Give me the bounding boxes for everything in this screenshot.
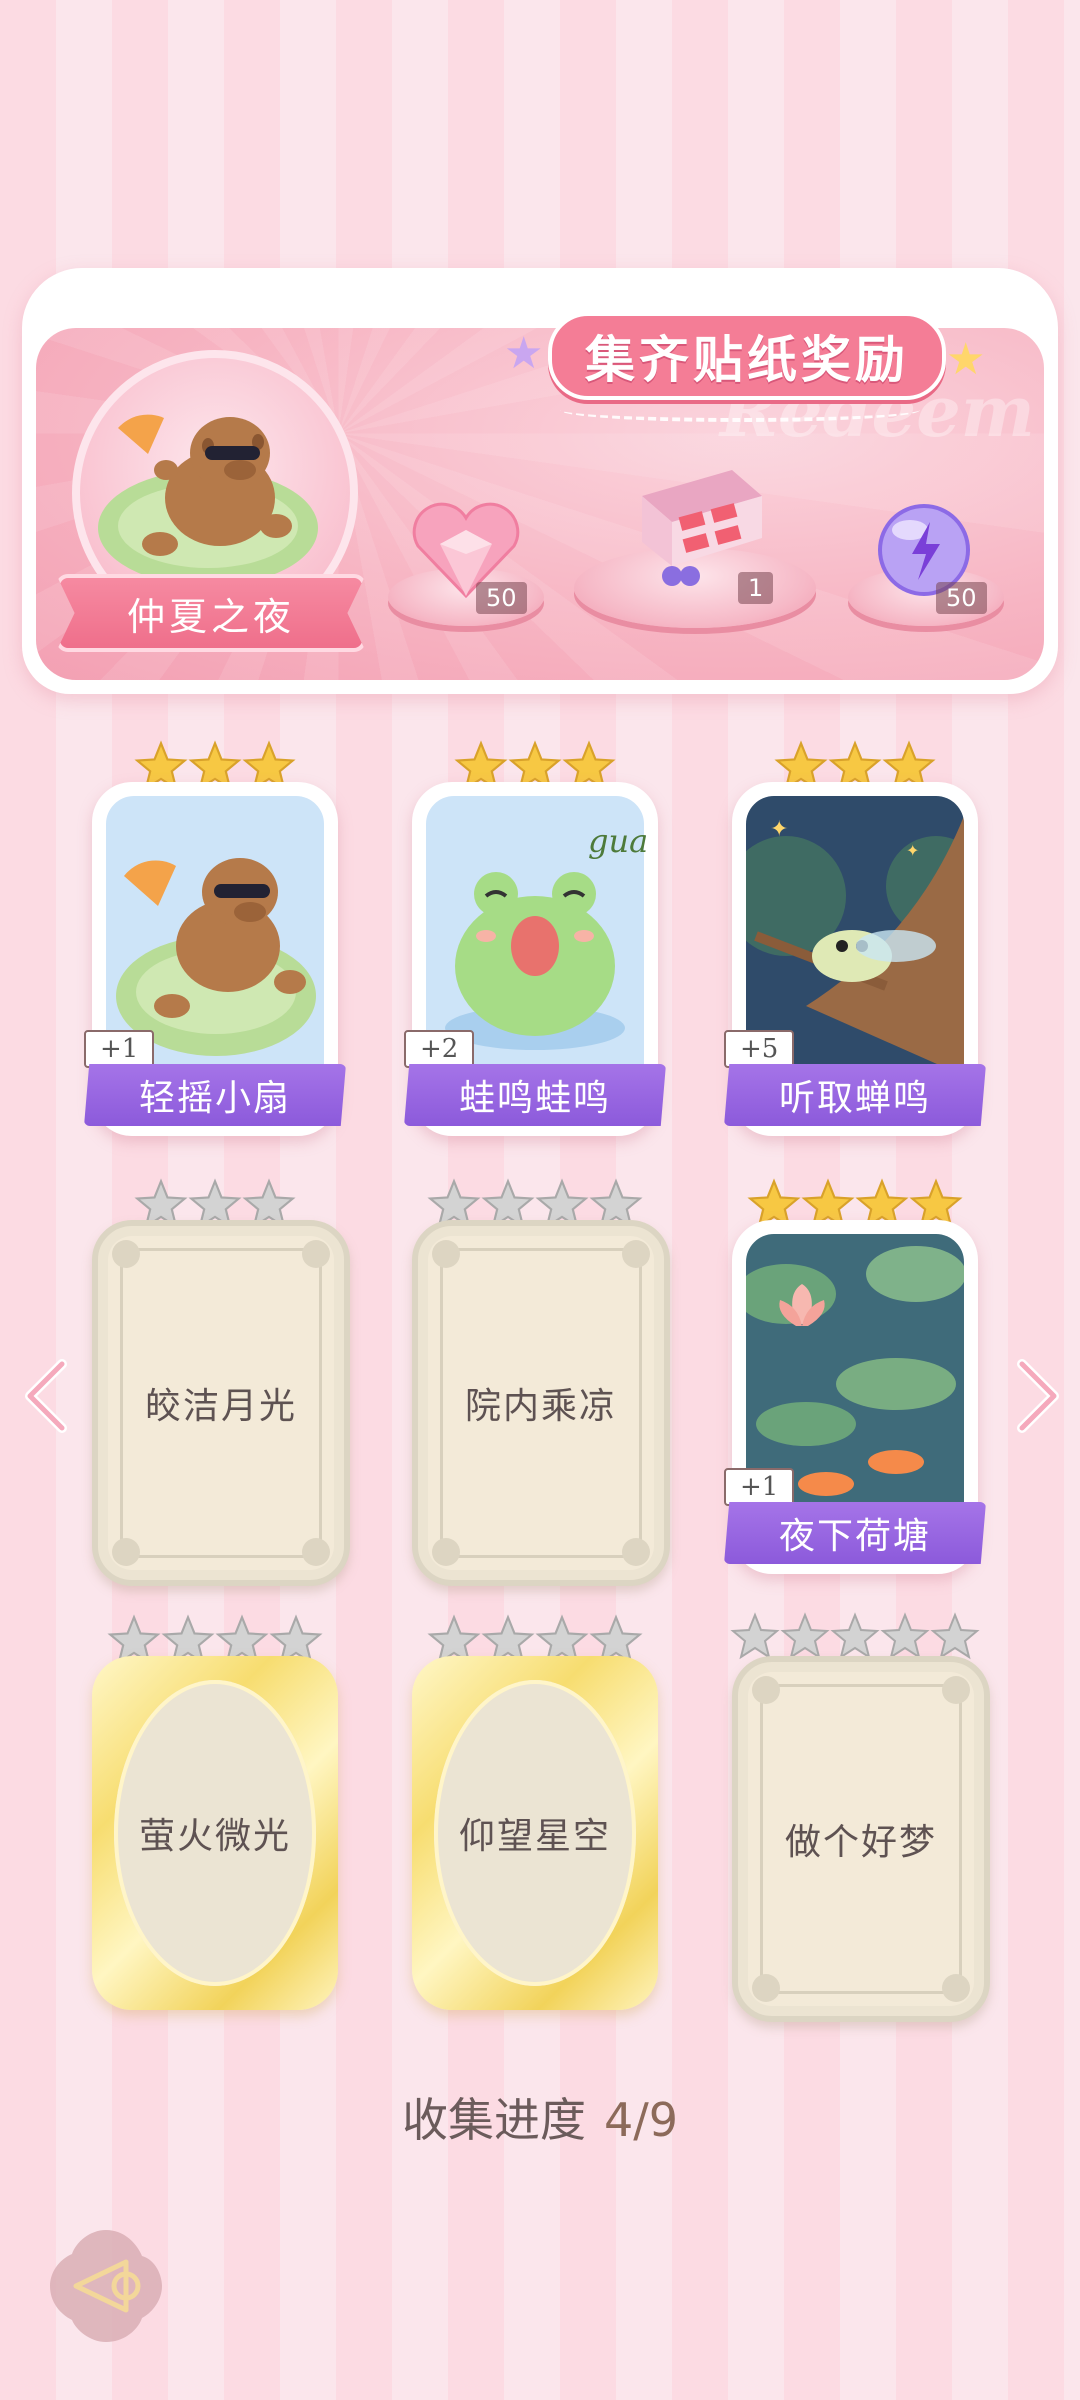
sticker-card-unlocked[interactable]: gua +2 蛙鸣蛙鸣: [404, 782, 666, 1136]
progress-label: 收集进度: [401, 2093, 586, 2147]
card-title: 萤火微光: [138, 1816, 291, 1857]
capybara-lounging-icon: [98, 414, 318, 586]
frame-corner: [622, 1538, 650, 1566]
sticker-card-unlocked[interactable]: +1 夜下荷塘: [724, 1220, 986, 1574]
frame-corner: [752, 1974, 780, 2002]
svg-text:✦: ✦: [906, 841, 919, 860]
back-button[interactable]: [46, 2226, 166, 2346]
frame-corner: [752, 1676, 780, 1704]
silver-star-icon: [730, 1612, 780, 1662]
silver-star-icon: [830, 1612, 880, 1662]
card-title: 蛙鸣蛙鸣: [404, 1064, 666, 1126]
sticker-card-locked[interactable]: 皎洁月光: [92, 1220, 350, 1586]
sticker-card-locked[interactable]: 做个好梦: [732, 1656, 990, 2022]
sticker-card-unlocked[interactable]: ✦ ✦ +5 听取蝉鸣: [724, 782, 986, 1136]
silver-star-icon: [780, 1612, 830, 1662]
reward-quantity: 1: [738, 572, 774, 604]
silver-star-icon: [880, 1612, 930, 1662]
card-stars: [722, 1606, 988, 1662]
frame-corner: [112, 1240, 140, 1268]
next-page-arrow-icon[interactable]: [1014, 1356, 1064, 1436]
sticker-card-unlocked[interactable]: +1 轻摇小扇: [84, 782, 346, 1136]
card-title: 仰望星空: [458, 1816, 611, 1857]
frame-corner: [942, 1676, 970, 1704]
avatar-name: 仲夏之夜: [126, 594, 295, 639]
reward-quantity: 50: [476, 582, 527, 614]
banner-title: 集齐贴纸奖励: [585, 331, 909, 389]
sticker-card-locked-gold[interactable]: 仰望星空: [412, 1656, 658, 2010]
card-title: 做个好梦: [784, 1822, 937, 1863]
card-title: 轻摇小扇: [84, 1064, 346, 1126]
frame-corner: [302, 1240, 330, 1268]
banner-title-underline: [560, 398, 920, 422]
frame-corner: [432, 1240, 460, 1268]
card-title: 院内乘凉: [464, 1386, 617, 1427]
prev-page-arrow-icon[interactable]: [20, 1356, 70, 1436]
banner-title-plate: 集齐贴纸奖励: [548, 312, 946, 400]
frame-corner: [942, 1974, 970, 2002]
card-count: +1: [84, 1030, 155, 1068]
purple-star-icon: ★: [504, 328, 544, 379]
progress-value: 4/9: [603, 2093, 679, 2147]
sticker-card-locked[interactable]: 院内乘凉: [412, 1220, 670, 1586]
collection-progress: 收集进度 4/9: [0, 2084, 1080, 2150]
frame-corner: [112, 1538, 140, 1566]
card-art-text: gua: [588, 822, 649, 860]
silver-star-icon: [930, 1612, 980, 1662]
sticker-card-locked-gold[interactable]: 萤火微光: [92, 1656, 338, 2010]
card-title: 听取蝉鸣: [724, 1064, 986, 1126]
frame-corner: [302, 1538, 330, 1566]
card-count: +1: [724, 1468, 795, 1506]
avatar-name-ribbon: 仲夏之夜: [56, 574, 366, 652]
back-arrow-icon: [50, 2230, 162, 2342]
frame-corner: [622, 1240, 650, 1268]
frame-corner: [432, 1538, 460, 1566]
yellow-star-icon: ★: [946, 334, 986, 385]
reward-quantity: 50: [936, 582, 987, 614]
card-count: +5: [724, 1030, 795, 1068]
svg-text:✦: ✦: [770, 817, 788, 842]
card-count: +2: [404, 1030, 475, 1068]
card-title: 夜下荷塘: [724, 1502, 986, 1564]
card-title: 皎洁月光: [144, 1386, 297, 1427]
